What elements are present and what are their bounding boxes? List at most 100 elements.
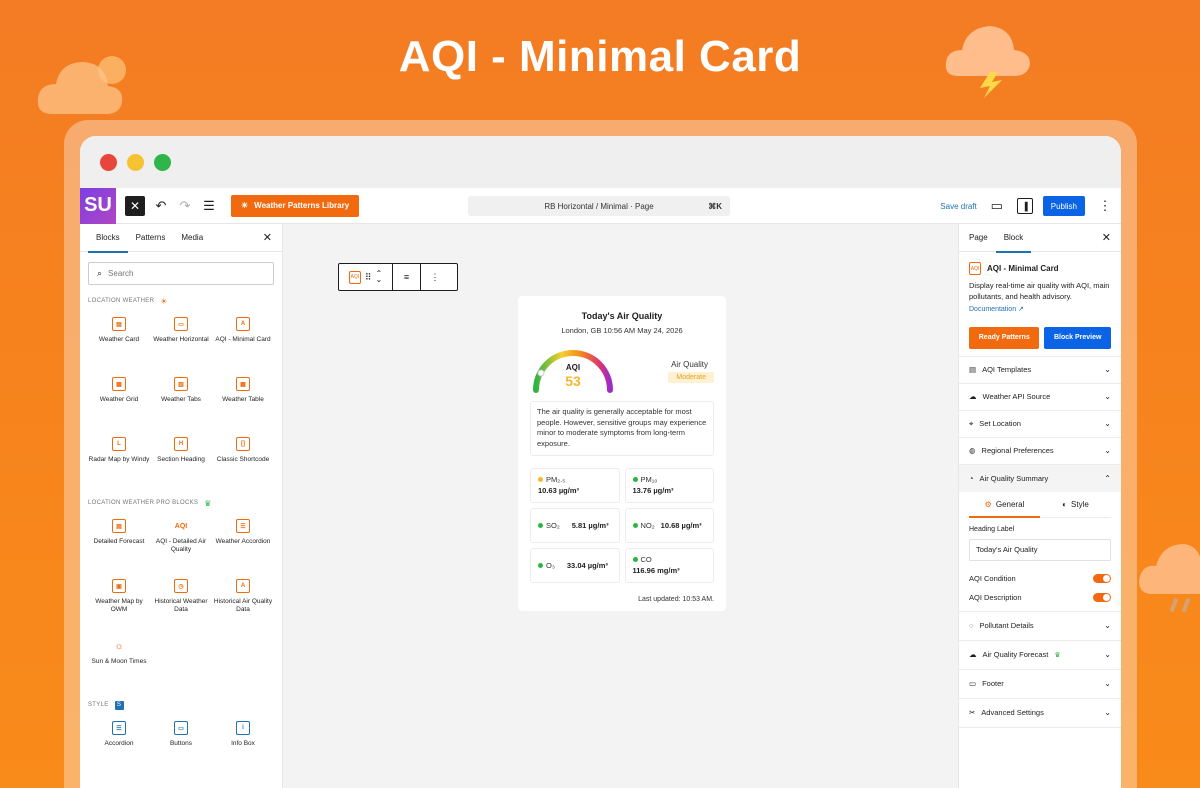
undo-icon[interactable]: ↶ xyxy=(151,196,171,216)
pollutant-o3: O₃ 33.04 µg/m³ xyxy=(530,548,620,583)
command-palette-bar[interactable]: RB Horizontal / Minimal · Page ⌘K xyxy=(468,196,730,216)
chevron-down-icon: ⌄ xyxy=(1104,650,1111,660)
pollutant-grid: PM₂.₅ 10.63 µg/m³ PM₁₀ 13.76 µg/m³ SO₂ 5… xyxy=(530,468,714,583)
tab-media[interactable]: Media xyxy=(173,224,211,252)
status-dot-pm10 xyxy=(632,477,638,482)
section-regional-preferences[interactable]: ◍ Regional Preferences ⌄ xyxy=(959,438,1121,465)
section-weather-api-source[interactable]: ☁ Weather API Source ⌄ xyxy=(959,384,1121,411)
document-overview-icon[interactable]: ☰ xyxy=(199,196,219,216)
drag-handle-icon[interactable]: ⠿ xyxy=(365,272,372,283)
aqi-minimal-card[interactable]: Today's Air Quality London, GB 10:56 AM … xyxy=(518,296,726,611)
block-historical-weather[interactable]: ◷ Historical Weather Data xyxy=(150,571,212,631)
block-weather-horizontal[interactable]: ▭ Weather Horizontal xyxy=(150,309,212,369)
block-preview-button[interactable]: Block Preview xyxy=(1044,326,1111,349)
maximize-window-button[interactable] xyxy=(154,153,171,171)
health-advisory: The air quality is generally acceptable … xyxy=(530,401,714,456)
card-location-time: London, GB 10:56 AM May 24, 2026 xyxy=(561,326,683,335)
chevron-down-icon: ⌄ xyxy=(1104,679,1111,689)
section-advanced-settings[interactable]: ✂ Advanced Settings ⌄ xyxy=(959,699,1121,728)
table-icon: ▦ xyxy=(236,377,250,391)
window-titlebar xyxy=(80,136,1121,188)
block-weather-accordion[interactable]: ☰ Weather Accordion xyxy=(212,511,274,571)
settings-sidebar-icon[interactable]: ▐ xyxy=(1016,198,1033,214)
block-accordion[interactable]: ☰ Accordion xyxy=(88,713,150,773)
tab-block[interactable]: Block xyxy=(995,224,1032,253)
save-draft-button[interactable]: Save draft xyxy=(940,202,976,211)
sun-moon-icon: ☼ xyxy=(114,640,124,652)
section-style: STYLE xyxy=(88,702,109,708)
block-classic-shortcode[interactable]: [] Classic Shortcode xyxy=(212,429,274,489)
tab-blocks[interactable]: Blocks xyxy=(88,224,128,253)
block-weather-map[interactable]: ▣ Weather Map by OWM xyxy=(88,571,150,631)
block-search-input[interactable]: ⌕ Search xyxy=(88,262,274,285)
block-info-box[interactable]: i Info Box xyxy=(212,713,274,773)
accordion-style-icon: ☰ xyxy=(112,721,126,735)
browser-window: SU ✕ ↶ ↷ ☰ ☀ Weather Patterns Library RB… xyxy=(64,120,1137,788)
block-weather-tabs[interactable]: ▥ Weather Tabs xyxy=(150,369,212,429)
block-type-switcher[interactable]: AQI ⠿ ⌃ ⌄ xyxy=(339,264,393,290)
crown-icon: ♛ xyxy=(204,498,212,508)
block-radar-map[interactable]: L Radar Map by Windy xyxy=(88,429,150,489)
heading-label-input[interactable]: Today's Air Quality xyxy=(969,538,1111,561)
aqi-detailed-icon: AQI xyxy=(174,522,188,530)
tools-icon: ✂ xyxy=(969,708,976,718)
cloud-icon: ☁ xyxy=(969,392,977,402)
forecast-icon: ▤ xyxy=(112,519,126,533)
tab-page[interactable]: Page xyxy=(961,224,996,252)
close-panel-icon[interactable]: ✕ xyxy=(263,231,272,244)
chevron-down-icon: ⌄ xyxy=(1104,446,1111,456)
close-inserter-button[interactable]: ✕ xyxy=(125,195,145,216)
chevron-down-icon: ⌄ xyxy=(1104,365,1111,375)
editor-canvas[interactable]: AQI ⠿ ⌃ ⌄ ≡ ⋮ Today's Air Quality London,… xyxy=(283,224,958,788)
block-options-button[interactable]: ⋮ xyxy=(421,264,449,290)
block-weather-card[interactable]: ▤ Weather Card xyxy=(88,309,150,369)
site-logo[interactable]: SU xyxy=(80,187,116,224)
block-historical-aq[interactable]: A Historical Air Quality Data xyxy=(212,571,274,631)
block-detailed-forecast[interactable]: ▤ Detailed Forecast xyxy=(88,511,150,571)
aqi-card-icon: AQI xyxy=(969,262,981,275)
aqi-description-toggle[interactable] xyxy=(1093,592,1111,602)
block-buttons[interactable]: ▭ Buttons xyxy=(150,713,212,773)
close-settings-icon[interactable]: ✕ xyxy=(1102,231,1111,244)
redo-icon[interactable]: ↷ xyxy=(175,196,195,216)
forecast-cloud-icon: ☁ xyxy=(969,650,977,660)
weather-horizontal-icon: ▭ xyxy=(174,317,188,331)
minimize-window-button[interactable] xyxy=(127,153,144,171)
block-weather-grid[interactable]: ▦ Weather Grid xyxy=(88,369,150,429)
block-sun-moon[interactable]: ☼ Sun & Moon Times xyxy=(88,631,150,691)
block-section-heading[interactable]: H Section Heading xyxy=(150,429,212,489)
crown-icon: ♛ xyxy=(1054,651,1061,659)
aqi-condition-toggle[interactable] xyxy=(1093,573,1111,583)
publish-button[interactable]: Publish xyxy=(1042,196,1085,216)
section-footer[interactable]: ▭ Footer ⌄ xyxy=(959,670,1121,699)
historical-weather-icon: ◷ xyxy=(174,579,188,593)
section-aqi-templates[interactable]: ▤ AQI Templates ⌄ xyxy=(959,357,1121,384)
block-settings-panel: Page Block ✕ AQI AQI - Minimal Card Disp… xyxy=(958,224,1121,788)
status-dot-no2 xyxy=(632,523,638,528)
library-button-label: Weather Patterns Library xyxy=(254,201,350,210)
move-up-down-icon[interactable]: ⌃ ⌄ xyxy=(375,269,382,283)
section-pollutant-details[interactable]: ◌ Pollutant Details ⌄ xyxy=(959,612,1121,641)
aqi-condition-row: AQI Condition xyxy=(959,569,1121,588)
pollutant-pm10: PM₁₀ 13.76 µg/m³ xyxy=(624,468,714,503)
radar-map-icon: L xyxy=(112,437,126,451)
tab-patterns[interactable]: Patterns xyxy=(128,224,174,252)
preview-device-icon[interactable]: ▭ xyxy=(987,196,1007,216)
weather-patterns-library-button[interactable]: ☀ Weather Patterns Library xyxy=(231,194,360,217)
subtab-general[interactable]: ⚙ General xyxy=(969,492,1040,518)
section-set-location[interactable]: ⌖ Set Location ⌄ xyxy=(959,411,1121,438)
align-button[interactable]: ≡ xyxy=(393,264,421,290)
status-dot-pm25 xyxy=(538,477,543,482)
documentation-link[interactable]: Documentation ↗ xyxy=(959,305,1121,313)
close-window-button[interactable] xyxy=(100,153,117,171)
ready-patterns-button[interactable]: Ready Patterns xyxy=(969,326,1040,349)
block-aqi-minimal-card[interactable]: A AQI - Minimal Card xyxy=(212,309,274,369)
weather-icon: ☀ xyxy=(241,201,249,210)
block-weather-table[interactable]: ▦ Weather Table xyxy=(212,369,274,429)
block-aqi-detailed[interactable]: AQI AQI - Detailed Air Quality xyxy=(150,511,212,571)
subtab-style[interactable]: ◐ Style xyxy=(1040,492,1111,517)
section-air-quality-forecast[interactable]: ☁ Air Quality Forecast ♛ ⌄ xyxy=(959,641,1121,670)
more-options-icon[interactable]: ⋮ xyxy=(1095,196,1115,216)
block-inserter-panel: Blocks Patterns Media ✕ ⌕ Search LOCATIO… xyxy=(80,224,283,788)
section-air-quality-summary[interactable]: ◔ Air Quality Summary ⌃ xyxy=(959,464,1121,492)
